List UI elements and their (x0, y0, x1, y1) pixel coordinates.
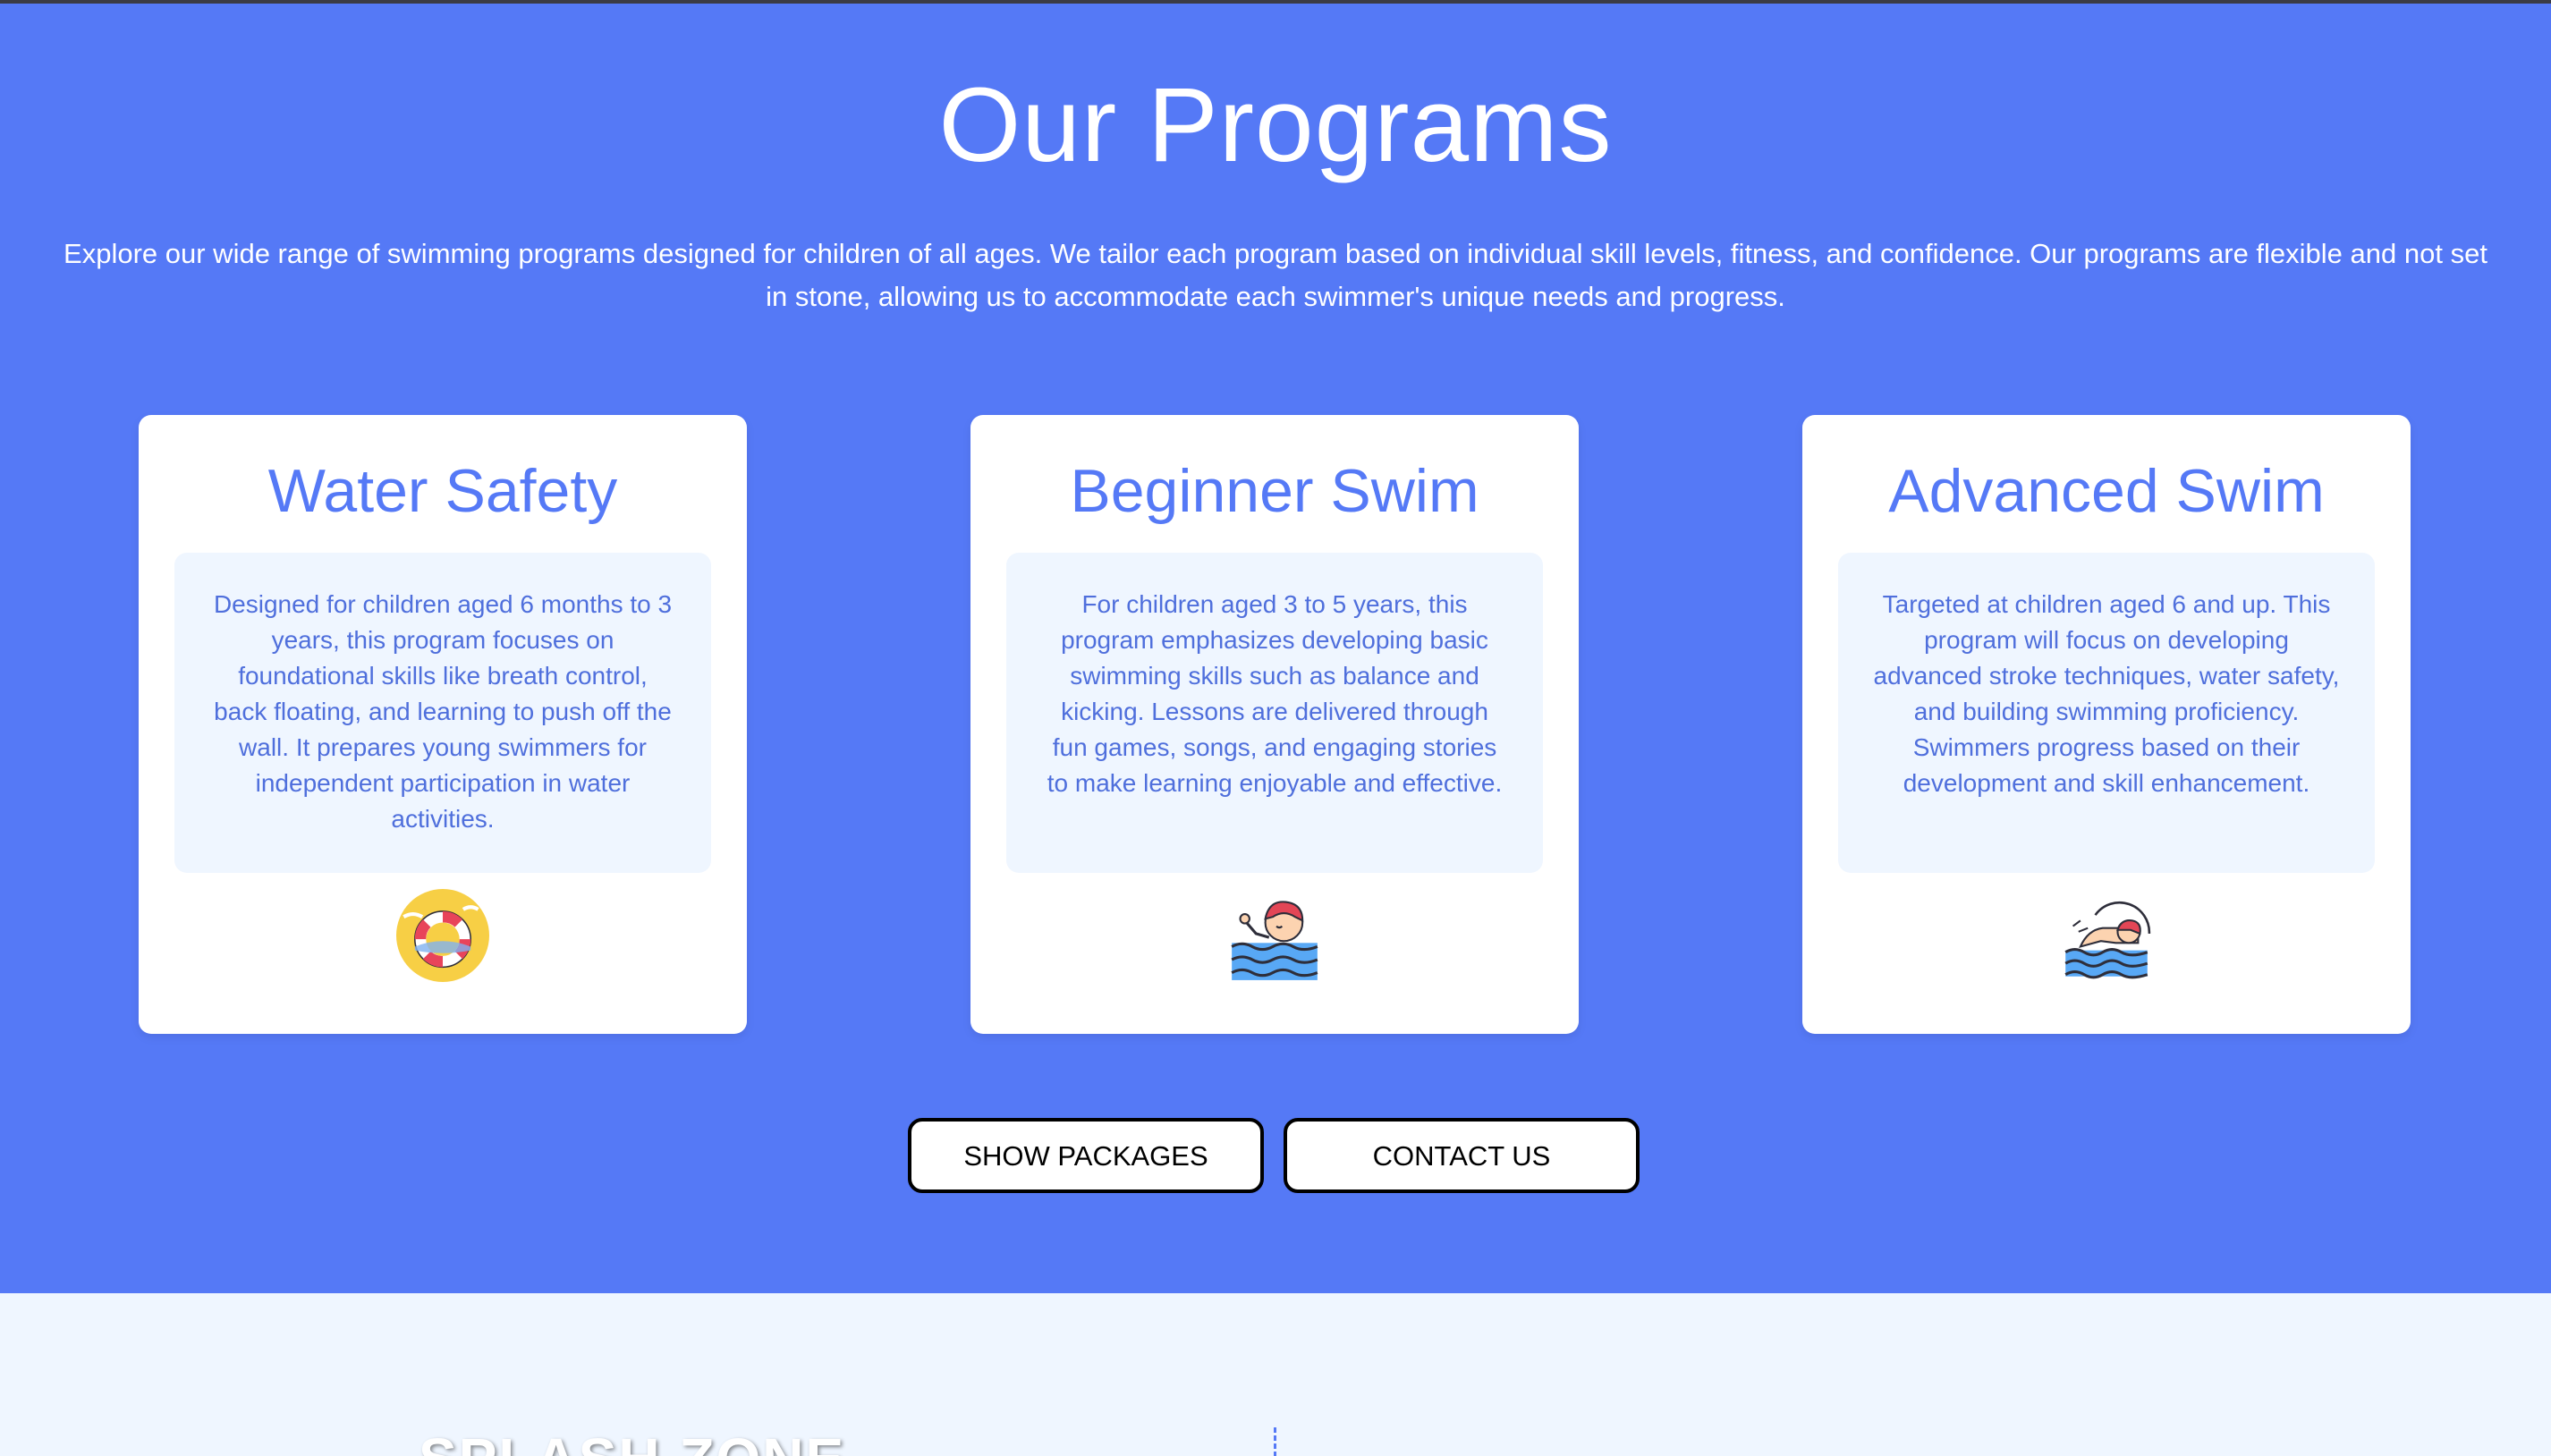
card-title: Advanced Swim (1888, 457, 2325, 525)
card-title: Beginner Swim (1070, 457, 1479, 525)
contact-us-button[interactable]: CONTACT US (1284, 1118, 1640, 1193)
card-description-box: Designed for children aged 6 months to 3… (174, 553, 711, 873)
program-card-advanced-swim: Advanced Swim Targeted at children aged … (1802, 415, 2411, 1034)
section-title: Our Programs (938, 66, 1613, 184)
swimmer-icon (2064, 901, 2151, 979)
programs-section: Our Programs Explore our wide range of s… (0, 0, 2551, 1293)
show-packages-button[interactable]: SHOW PACKAGES (908, 1118, 1264, 1193)
section-intro: Explore our wide range of swimming progr… (64, 238, 2487, 312)
program-card-beginner-swim: Beginner Swim For children aged 3 to 5 y… (970, 415, 1579, 1034)
life-ring-icon (396, 889, 489, 982)
card-title: Water Safety (267, 457, 618, 525)
dashed-divider (1274, 1427, 1276, 1456)
card-description: Targeted at children aged 6 and up. This… (1873, 590, 2340, 797)
splash-zone-title: SPLASH ZONE (419, 1426, 845, 1456)
card-description-box: For children aged 3 to 5 years, this pro… (1006, 553, 1543, 873)
child-swimmer-icon (1231, 901, 1318, 980)
program-card-water-safety: Water Safety Designed for children aged … (139, 415, 747, 1034)
card-description: For children aged 3 to 5 years, this pro… (1047, 590, 1503, 797)
card-description-box: Targeted at children aged 6 and up. This… (1838, 553, 2375, 873)
card-description: Designed for children aged 6 months to 3… (213, 590, 673, 833)
splash-zone-section: SPLASH ZONE (0, 1293, 2551, 1456)
